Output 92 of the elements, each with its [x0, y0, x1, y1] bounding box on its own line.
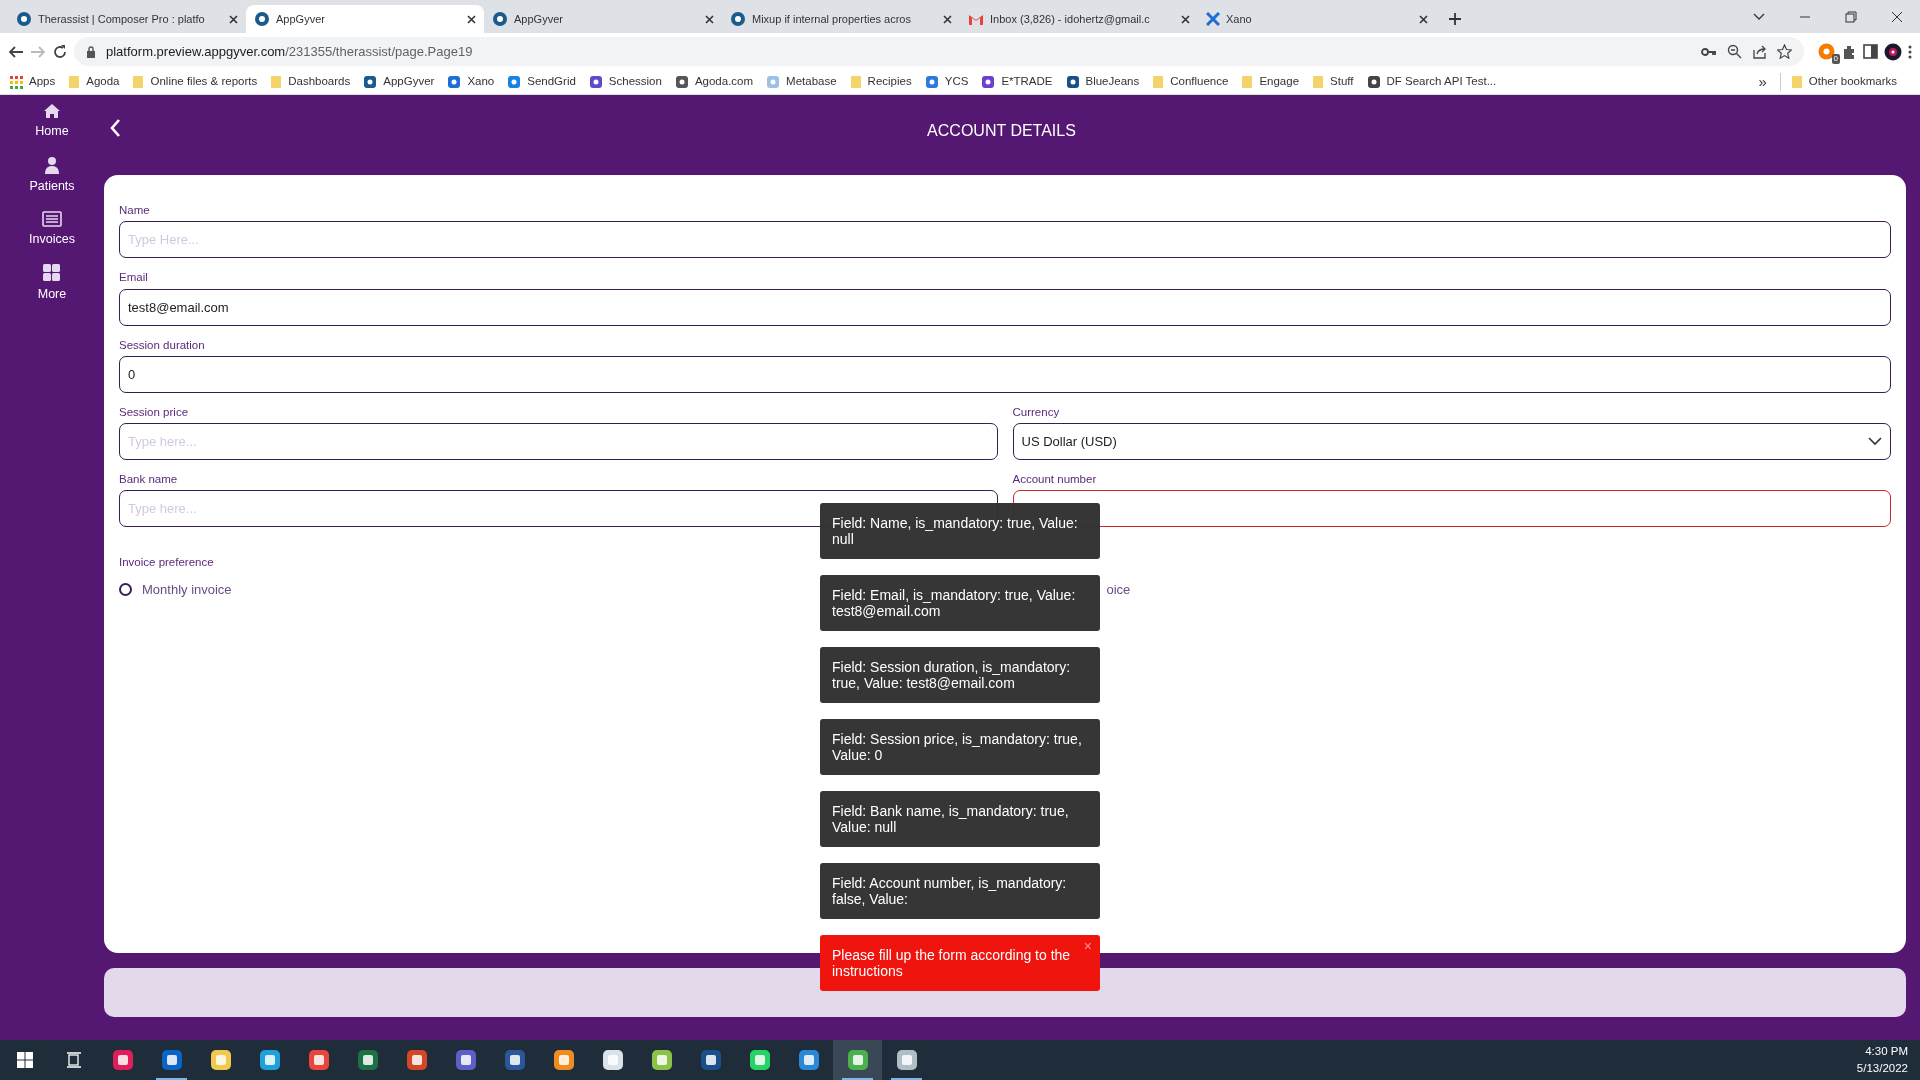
bookmark-link[interactable]: Dashboards — [270, 73, 351, 91]
apps-grid-icon — [10, 75, 23, 89]
puzzle-icon[interactable] — [1841, 43, 1857, 60]
menu-icon[interactable] — [1908, 44, 1912, 59]
reload-icon[interactable] — [52, 43, 68, 60]
field-label: Bank name — [119, 472, 178, 487]
person-icon — [44, 155, 60, 174]
folder-icon — [1152, 75, 1165, 89]
bookmark-link[interactable]: YCS — [924, 73, 969, 91]
extension-circle-icon[interactable] — [1818, 43, 1835, 60]
text-field[interactable]: 0 — [119, 355, 1891, 393]
profile-avatar-icon[interactable] — [1884, 42, 1902, 61]
list-icon — [42, 210, 62, 227]
field-label: Session duration — [119, 337, 205, 353]
select-field[interactable]: US Dollar (USD) — [1012, 423, 1891, 460]
windows-logo-icon — [16, 1052, 33, 1068]
sidebar-item[interactable]: Home — [35, 103, 69, 141]
circle-logo-icon — [16, 11, 32, 27]
field-label: Name — [119, 203, 150, 218]
bookmark-link[interactable]: Engage — [1241, 73, 1300, 91]
zoom-out-icon[interactable] — [1727, 44, 1742, 59]
browser-tab[interactable]: Inbox (3,826) - idohertz@gmail.c — [960, 5, 1198, 33]
bookmark-link[interactable]: Metabase — [766, 73, 837, 91]
back-arrow-icon[interactable] — [8, 43, 24, 60]
folder-icon — [270, 75, 283, 89]
field-label: Session price — [119, 404, 189, 420]
sidebar-item[interactable]: Patients — [29, 155, 75, 196]
grid-icon — [42, 263, 62, 283]
house-icon — [43, 103, 61, 119]
folder-icon — [1312, 75, 1325, 89]
toast-message: Field: Bank name, is_mandatory: true, Value: null — [832, 803, 1069, 835]
chevron-down-icon — [1868, 437, 1882, 446]
share-icon[interactable] — [1752, 44, 1767, 59]
field-label: Email — [119, 270, 148, 286]
x-logo-icon — [1206, 12, 1220, 26]
field-label: Account number — [1012, 472, 1097, 487]
page-title: ACCOUNT DETAILS — [926, 121, 1077, 141]
bookmark-link[interactable]: Schession — [588, 73, 662, 91]
field-label: Invoice preference — [119, 555, 214, 571]
radio-option[interactable]: Monthly invoice — [119, 579, 232, 599]
bookmark-link[interactable]: Agoda.com — [674, 73, 754, 91]
text-field[interactable]: test8@email.com — [119, 288, 1891, 326]
folder-icon — [849, 75, 862, 89]
bookmark-link[interactable]: DF Search API Test... — [1366, 73, 1497, 91]
folder-icon — [132, 75, 145, 89]
key-icon[interactable] — [1701, 46, 1717, 57]
bookmark-link[interactable]: AppGyver — [363, 73, 435, 91]
star-icon[interactable] — [1777, 44, 1792, 59]
clock-date: 5/13/2022 — [1856, 1061, 1908, 1076]
bookmark-link[interactable]: Xano — [447, 73, 495, 91]
sidebar-item[interactable]: Invoices — [29, 210, 75, 249]
more-bookmarks-button[interactable]: » — [1758, 70, 1767, 94]
mail-icon — [968, 13, 984, 25]
bookmark-link[interactable]: SendGrid — [507, 73, 576, 91]
task-view-icon — [65, 1052, 82, 1068]
bookmark-link[interactable]: Online files & reports — [132, 73, 258, 91]
folder-icon — [1790, 75, 1803, 89]
bookmark-link[interactable]: Recipies — [849, 73, 912, 91]
browser-tab[interactable]: AppGyver — [484, 5, 722, 33]
browser-tab[interactable]: Therassist | Composer Pro : platfo — [8, 5, 246, 33]
toast-message: Field: Session duration, is_mandatory: true, Value: test8@email.com — [832, 659, 1071, 691]
bookmark-link[interactable]: Apps — [10, 73, 56, 91]
toast-message: Field: Email, is_mandatory: true, Value: test8@email.com — [832, 587, 1076, 619]
circle-logo-icon — [492, 11, 508, 27]
side-panel-icon[interactable] — [1863, 44, 1878, 59]
lock-icon — [86, 45, 96, 58]
toast-message: Please fill up the form according to the instructions — [832, 947, 1071, 979]
extension-badge: 0 — [1831, 54, 1840, 64]
bookmark-link[interactable]: Stuff — [1312, 73, 1354, 91]
new-tab-icon[interactable] — [1448, 12, 1462, 26]
field-label: Currency — [1012, 404, 1060, 420]
url-text: platform.preview.appgyver.com/231355/therassist/page.Page19 — [106, 42, 473, 61]
folder-icon — [68, 75, 81, 89]
sidebar-item[interactable]: More — [37, 263, 67, 304]
bookmark-link[interactable]: Confluence — [1152, 73, 1229, 91]
bookmark-link[interactable]: E*TRADE — [981, 73, 1053, 91]
taskbar-app-button[interactable] — [833, 1040, 882, 1080]
browser-tab[interactable]: Xano — [1198, 5, 1436, 33]
back-chevron-icon[interactable] — [109, 118, 121, 138]
bookmark-link[interactable]: Agoda — [68, 73, 120, 91]
toast-message: Field: Account number, is_mandatory: false, Value: — [832, 875, 1067, 907]
bookmark-folder[interactable]: Other bookmarks — [1779, 73, 1897, 91]
bookmark-link[interactable]: BlueJeans — [1065, 73, 1140, 91]
browser-tab[interactable]: AppGyver — [246, 5, 484, 33]
circle-logo-icon — [730, 11, 746, 27]
browser-tab[interactable]: Mixup if internal properties acros — [722, 5, 960, 33]
folder-icon — [1241, 75, 1254, 89]
toast-message: Field: Session price, is_mandatory: true, Value: 0 — [832, 731, 1082, 763]
address-bar[interactable]: platform.preview.appgyver.com/231355/therassist/page.Page19 — [74, 37, 1804, 66]
circle-logo-icon — [254, 11, 270, 27]
clock-time: 4:30 PM — [1864, 1044, 1908, 1059]
radio-option[interactable]: oice — [1106, 579, 1131, 599]
